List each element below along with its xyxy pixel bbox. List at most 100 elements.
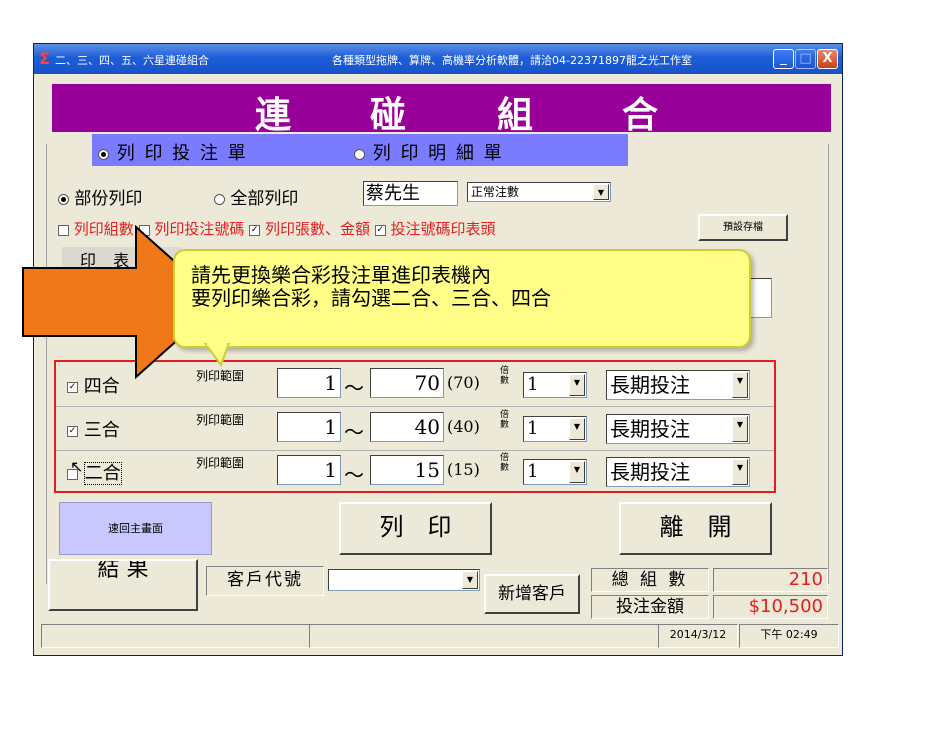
row-separator — [56, 450, 774, 451]
chevron-down-icon[interactable]: ▼ — [462, 571, 478, 589]
close-button[interactable]: X — [817, 49, 838, 69]
customer-code-label: 客戶代號 — [206, 566, 324, 596]
bet-mode-value: 長期投注 — [610, 373, 690, 397]
instruction-callout: 請先更換樂合彩投注單進印表機內 要列印樂合彩，請勾選二合、三合、四合 — [173, 249, 751, 348]
three-combo-checkbox[interactable]: ✓ — [67, 425, 78, 437]
partial-print-label: 部份列印 — [74, 189, 143, 209]
note-type-value: 正常注數 — [471, 185, 520, 199]
callout-pointer — [203, 343, 231, 368]
status-panel — [41, 624, 310, 648]
multiplier-value: 1 — [527, 418, 539, 439]
multiplier-select[interactable]: 1 ▼ — [523, 416, 587, 442]
save-default-button[interactable]: 預設存檔 — [698, 214, 788, 241]
minimize-button[interactable]: _ — [773, 49, 794, 69]
radio-partial-print[interactable] — [58, 194, 69, 205]
chevron-down-icon[interactable]: ▼ — [569, 418, 585, 440]
bet-mode-value: 長期投注 — [610, 460, 690, 484]
close-icon: X — [822, 51, 833, 66]
mouse-cursor-icon: ↖ — [70, 457, 84, 476]
bet-amount-label: 投注金額 — [591, 595, 709, 619]
chevron-down-icon[interactable]: ▼ — [593, 184, 609, 200]
header-numbers-checkbox[interactable]: ✓ — [374, 224, 386, 236]
header-numbers-label: 投注號碼印表頭 — [390, 220, 496, 238]
range-label: 列印範圍 — [196, 456, 245, 470]
status-date: 2014/3/12 — [658, 624, 738, 648]
callout-line-1: 請先更換樂合彩投注單進印表機內 — [191, 263, 491, 287]
range-to-input[interactable]: 40 — [370, 412, 444, 442]
bet-mode-value: 長期投注 — [610, 417, 690, 441]
window-subtitle: 各種類型拖牌、算牌、高機率分析軟體，請洽04-22371897龍之光工作室 — [332, 54, 692, 67]
three-combo-label: 三合 — [83, 420, 120, 441]
multiplier-label: 倍數 — [500, 410, 510, 430]
print-type-tabs: 列 印 投 注 單 列 印 明 細 單 — [92, 134, 628, 166]
chevron-down-icon[interactable]: ▼ — [569, 461, 585, 483]
two-combo-label: 二合 — [83, 462, 122, 485]
back-main-button[interactable]: 速回主畫面 — [59, 502, 212, 555]
maximize-icon: □ — [799, 51, 812, 66]
all-print-label: 全部列印 — [230, 189, 299, 209]
banner-char-1: 連 — [255, 94, 292, 136]
multiplier-label: 倍數 — [500, 453, 510, 473]
customer-code-select[interactable]: ▼ — [328, 569, 480, 591]
chevron-down-icon[interactable]: ▼ — [732, 372, 748, 398]
leave-button[interactable]: 離 開 — [619, 502, 772, 555]
combo-three-option[interactable]: ✓ 三合 — [67, 416, 120, 442]
customer-name-field[interactable]: 蔡先生 — [363, 181, 458, 206]
chevron-down-icon[interactable]: ▼ — [569, 374, 585, 396]
frame-right — [828, 144, 829, 584]
banner-char-3: 組 — [497, 94, 534, 136]
title-banner: 連 碰 組 合 — [52, 84, 831, 136]
total-groups-value: 210 — [713, 568, 828, 592]
chevron-down-icon[interactable]: ▼ — [732, 459, 748, 485]
row-separator — [56, 406, 774, 407]
total-groups-label: 總 組 數 — [591, 568, 709, 592]
chevron-down-icon[interactable]: ▼ — [732, 416, 748, 442]
add-customer-button[interactable]: 新增客戶 — [484, 574, 580, 614]
all-print-option[interactable]: 全部列印 — [214, 184, 298, 209]
tilde-label: ～ — [344, 376, 364, 400]
multiplier-label: 倍數 — [500, 366, 510, 386]
tab-print-detail-label: 列 印 明 細 單 — [372, 143, 504, 164]
range-total: (40) — [447, 417, 480, 436]
minimize-icon: _ — [780, 51, 787, 66]
tab-print-ticket[interactable]: 列 印 投 注 單 — [98, 139, 248, 165]
radio-print-detail[interactable] — [354, 148, 365, 160]
range-from-input[interactable]: 1 — [277, 412, 341, 442]
banner-char-2: 碰 — [370, 94, 407, 136]
range-total: (15) — [447, 460, 480, 479]
result-button[interactable]: 結 果 — [48, 559, 198, 611]
tab-print-detail[interactable]: 列 印 明 細 單 — [354, 139, 504, 165]
multiplier-select[interactable]: 1 ▼ — [523, 372, 587, 398]
range-total: (70) — [447, 373, 480, 392]
range-from-input[interactable]: 1 — [277, 368, 341, 398]
range-to-input[interactable]: 15 — [370, 455, 444, 485]
sigma-icon: Σ — [39, 49, 50, 68]
banner-char-4: 合 — [622, 94, 659, 136]
status-bar: 2014/3/12 下午 02:49 — [41, 624, 839, 648]
partial-print-option[interactable]: 部份列印 — [58, 184, 142, 209]
print-sheets-checkbox[interactable]: ✓ — [249, 224, 261, 236]
maximize-button[interactable]: □ — [795, 49, 816, 69]
title-bar: Σ 二、三、四、五、六星連碰組合 各種類型拖牌、算牌、高機率分析軟體，請洽04-… — [34, 44, 842, 74]
range-to-input[interactable]: 70 — [370, 368, 444, 398]
bet-amount-value: $10,500 — [713, 595, 828, 619]
status-time: 下午 02:49 — [739, 624, 839, 648]
bet-mode-select[interactable]: 長期投注 ▼ — [606, 414, 750, 444]
print-sheets-label: 列印張數、金額 — [264, 220, 370, 238]
bet-mode-select[interactable]: 長期投注 ▼ — [606, 457, 750, 487]
status-panel — [309, 624, 659, 648]
range-from-input[interactable]: 1 — [277, 455, 341, 485]
multiplier-value: 1 — [527, 461, 539, 482]
tilde-label: ～ — [344, 463, 364, 487]
print-button[interactable]: 列 印 — [339, 502, 492, 555]
callout-line-2: 要列印樂合彩，請勾選二合、三合、四合 — [191, 286, 551, 310]
multiplier-select[interactable]: 1 ▼ — [523, 459, 587, 485]
tilde-label: ～ — [344, 420, 364, 444]
note-type-select[interactable]: 正常注數 ▼ — [467, 182, 611, 202]
range-label: 列印範圍 — [196, 413, 245, 427]
radio-print-ticket[interactable] — [98, 148, 109, 160]
window-title: 二、三、四、五、六星連碰組合 — [55, 54, 209, 67]
bet-mode-select[interactable]: 長期投注 ▼ — [606, 370, 750, 400]
radio-all-print[interactable] — [214, 194, 225, 205]
tab-print-ticket-label: 列 印 投 注 單 — [116, 143, 248, 164]
